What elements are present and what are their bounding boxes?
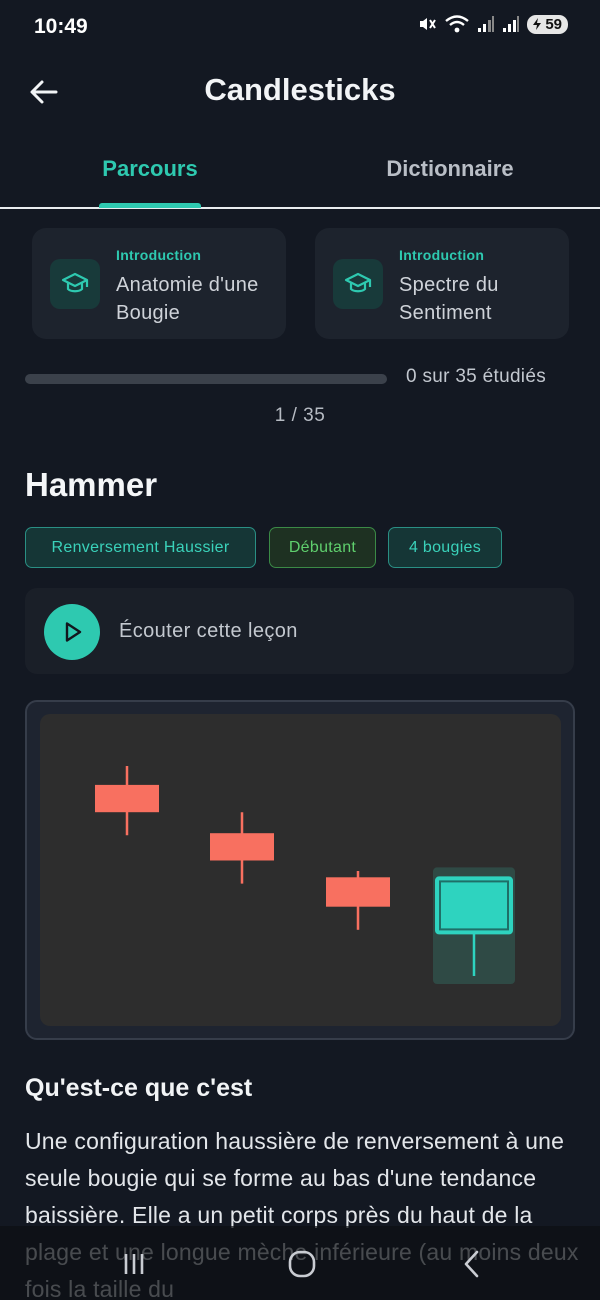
candlestick-chart	[40, 714, 561, 1026]
pattern-name: Hammer	[25, 466, 158, 503]
mute-icon	[420, 18, 437, 30]
recent-apps-icon[interactable]	[116, 1246, 152, 1282]
tab-bar: Parcours Dictionnaire	[0, 140, 600, 209]
graduation-cap-icon	[333, 259, 383, 309]
candle-body	[435, 876, 513, 935]
status-icons: 59	[417, 14, 568, 34]
section-title: Qu'est-ce que c'est	[25, 1074, 253, 1102]
pattern-counter: 1 / 35	[274, 405, 326, 426]
play-button[interactable]	[44, 604, 100, 660]
candlestick-chart-svg	[95, 766, 515, 984]
home-icon[interactable]	[284, 1246, 320, 1282]
candle-body	[326, 877, 390, 907]
battery-level: 59	[545, 15, 562, 33]
tag-level: Débutant	[269, 527, 376, 568]
page-title: Candlesticks	[204, 72, 396, 107]
tab-parcours[interactable]: Parcours	[0, 156, 300, 182]
candle-body	[95, 784, 159, 813]
status-time: 10:49	[34, 15, 88, 38]
tag-reversal: Renversement Haussier	[25, 527, 256, 568]
signal-icon	[503, 16, 520, 32]
app-header: Candlesticks	[0, 56, 600, 126]
tab-dictionnaire[interactable]: Dictionnaire	[300, 156, 600, 182]
listen-label: Écouter cette leçon	[119, 620, 298, 642]
graduation-cap-icon	[50, 259, 100, 309]
status-bar: 10:49 59	[0, 0, 600, 56]
progress-bar	[25, 374, 387, 384]
back-icon[interactable]	[455, 1246, 491, 1282]
lesson-title: Spectre du Sentiment	[399, 274, 499, 324]
candle-body	[210, 833, 274, 861]
play-icon	[65, 622, 82, 642]
lesson-kicker: Introduction	[116, 247, 202, 263]
signal-icon	[478, 16, 495, 32]
lesson-title: Anatomie d'une Bougie	[116, 274, 259, 324]
tag-candle-count: 4 bougies	[388, 527, 502, 568]
lesson-kicker: Introduction	[399, 247, 485, 263]
progress-label: 0 sur 35 étudiés	[406, 366, 546, 387]
lesson-card-anatomie[interactable]: Introduction Anatomie d'une Bougie	[32, 228, 286, 339]
lesson-card-spectre[interactable]: Introduction Spectre du Sentiment	[315, 228, 569, 339]
candlestick-chart-card	[25, 700, 575, 1040]
system-nav-bar	[0, 1226, 600, 1300]
active-tab-indicator	[99, 203, 201, 208]
wifi-icon	[445, 15, 470, 33]
battery-icon: 59	[527, 14, 568, 34]
listen-lesson-row[interactable]: Écouter cette leçon	[25, 588, 574, 674]
